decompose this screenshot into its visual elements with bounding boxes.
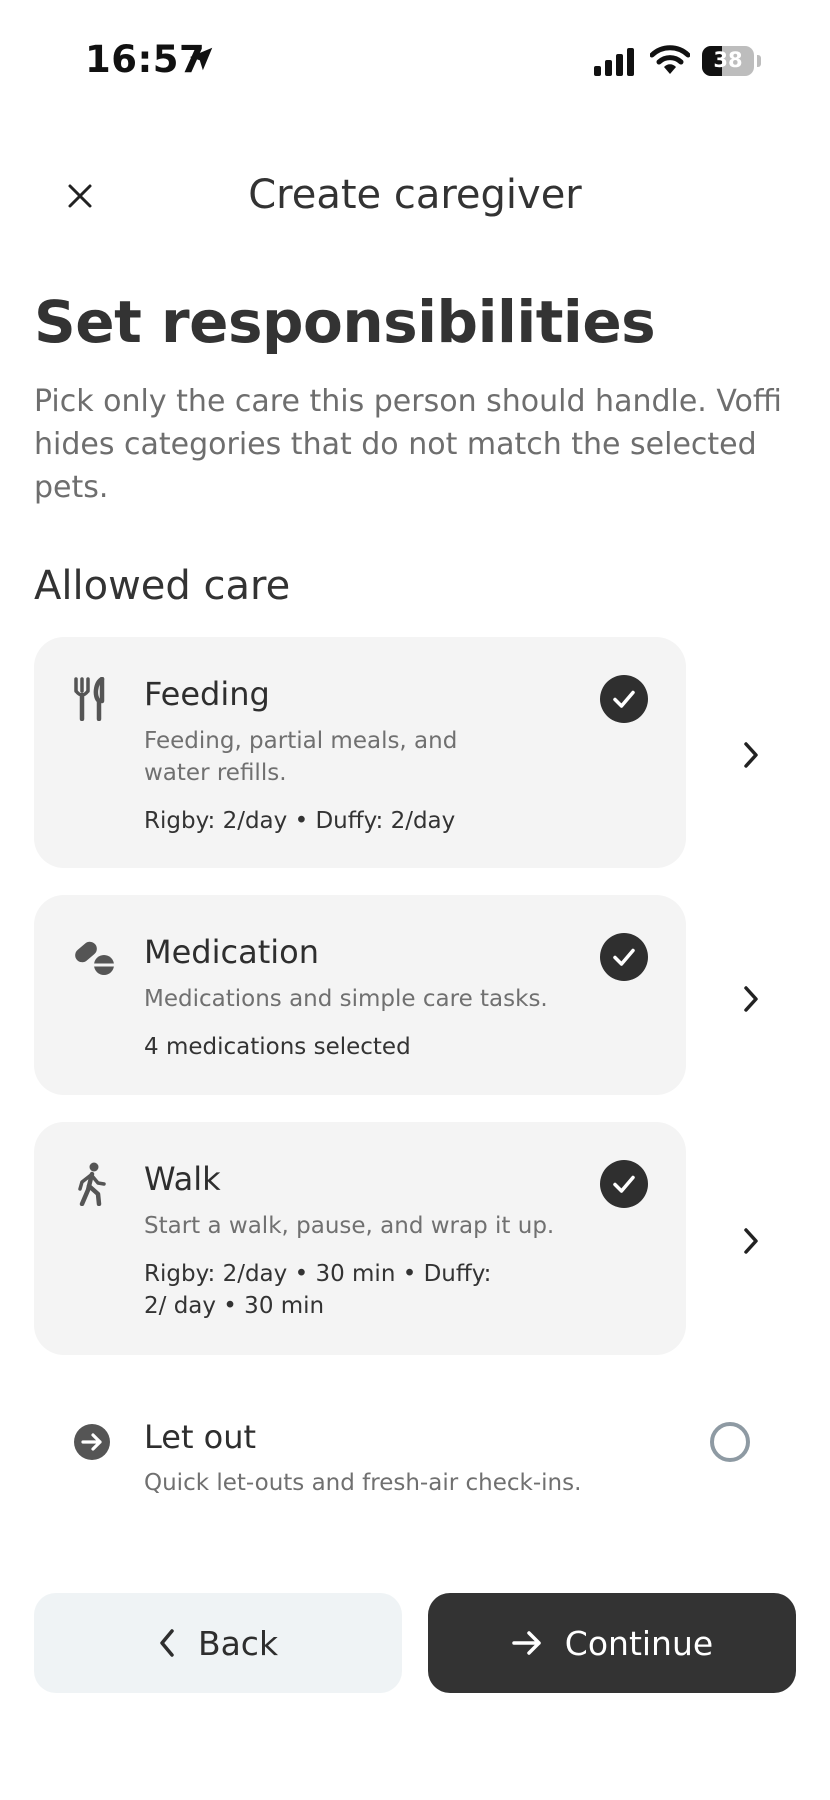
chevron-right-icon: [744, 742, 758, 768]
walk-details-chevron[interactable]: [736, 1221, 766, 1261]
card-description: Feeding, partial meals, and water refill…: [144, 728, 458, 786]
cellular-signal-icon: [594, 48, 634, 76]
card-description: Medications and simple care tasks.: [144, 986, 548, 1012]
checked-badge[interactable]: [600, 1160, 648, 1208]
let-out-description: Quick let-outs and fresh-air check-ins.: [144, 1470, 582, 1496]
walking-person-icon: [78, 1162, 106, 1206]
card-detail: Rigby: 2/day • 30 min • Duffy: 2/ day • …: [144, 1261, 492, 1319]
location-arrow-icon: [189, 47, 213, 71]
utensils-icon: [74, 677, 105, 721]
header-title: Create caregiver: [248, 172, 582, 218]
card-detail: Rigby: 2/day • Duffy: 2/day: [144, 808, 456, 834]
checkmark-icon: [613, 948, 635, 966]
continue-button-label: Continue: [564, 1623, 714, 1663]
card-detail: 4 medications selected: [144, 1034, 411, 1060]
battery-icon: 38: [702, 46, 754, 76]
medication-details-chevron[interactable]: [736, 979, 766, 1019]
checkmark-icon: [613, 1175, 635, 1193]
battery-level: 38: [713, 48, 743, 72]
care-card-feeding[interactable]: Feeding Feeding, partial meals, and wate…: [34, 637, 686, 868]
checked-badge[interactable]: [600, 933, 648, 981]
wifi-icon: [650, 45, 690, 74]
card-title: Medication: [144, 933, 319, 971]
back-button[interactable]: Back: [34, 1593, 402, 1693]
let-out-radio[interactable]: [710, 1422, 750, 1462]
page-subtitle: Pick only the care this person should ha…: [34, 384, 782, 505]
continue-button[interactable]: Continue: [428, 1593, 796, 1693]
care-option-let-out[interactable]: Let out Quick let-outs and fresh-air che…: [34, 1390, 794, 1510]
status-bar: 16:57 38: [0, 0, 830, 120]
care-card-medication[interactable]: Medication Medications and simple care t…: [34, 895, 686, 1095]
card-title: Walk: [144, 1160, 221, 1198]
checkmark-icon: [613, 690, 635, 708]
chevron-right-icon: [744, 1228, 758, 1254]
card-title: Feeding: [144, 675, 270, 713]
pills-icon: [75, 941, 116, 975]
feeding-details-chevron[interactable]: [736, 735, 766, 775]
back-button-label: Back: [197, 1623, 279, 1663]
arrow-circle-icon: [74, 1424, 110, 1460]
chevron-right-icon: [744, 986, 758, 1012]
battery-cap: [757, 55, 761, 67]
chevron-left-icon: [160, 1629, 174, 1657]
let-out-title: Let out: [144, 1418, 257, 1456]
care-card-walk[interactable]: Walk Start a walk, pause, and wrap it up…: [34, 1122, 686, 1355]
checked-badge[interactable]: [600, 675, 648, 723]
page-title: Set responsibilities: [34, 288, 656, 356]
card-description: Start a walk, pause, and wrap it up.: [144, 1213, 555, 1239]
section-title-allowed-care: Allowed care: [34, 563, 291, 609]
arrow-right-icon: [512, 1631, 541, 1655]
